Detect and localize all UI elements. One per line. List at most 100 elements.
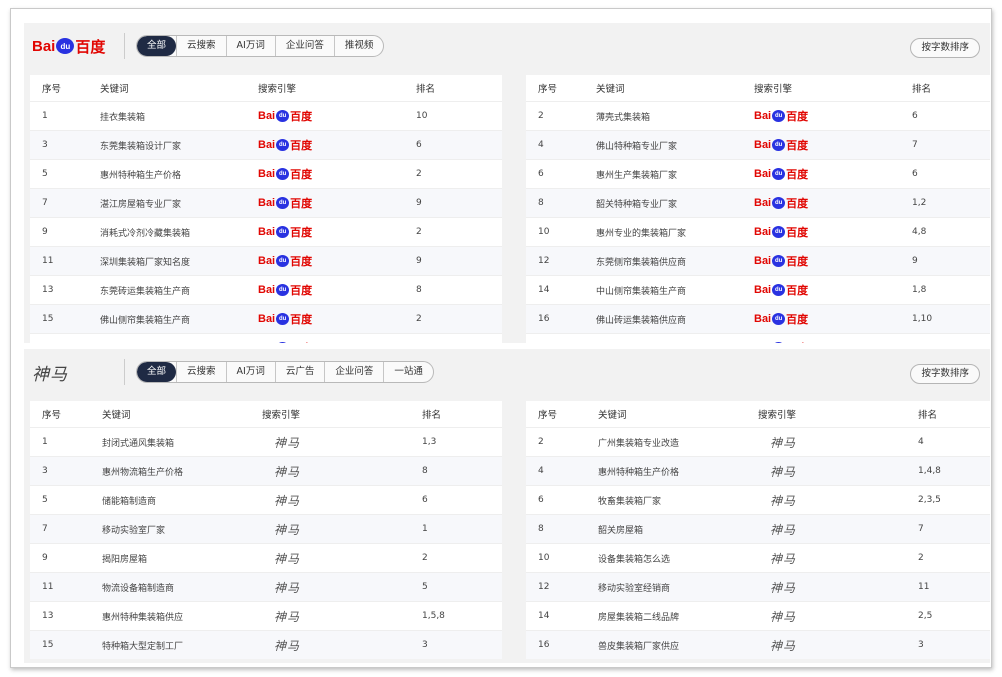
baidu-logo-small: Baidu百度 xyxy=(258,195,312,211)
shenma-logo-small: 神马 xyxy=(770,609,797,624)
shenma-toolbar: 神马 全部 云搜索 AI万词 云广告 企业问答 一站通 按字数排序 xyxy=(24,349,990,401)
table-row: 17惠州侧帘集装箱生产商Baidu百度4 xyxy=(30,333,502,343)
shenma-tab-all[interactable]: 全部 xyxy=(137,362,177,382)
baidu-logo-small: Baidu百度 xyxy=(754,311,808,327)
table-row: 10 设备集装箱怎么选 神马 2 xyxy=(526,543,990,572)
baidu-logo-du: 百度 xyxy=(290,169,313,181)
row-engine: 神马 xyxy=(758,521,918,538)
baidu-paw-icon: du xyxy=(772,313,786,325)
row-index: 11 xyxy=(42,256,54,266)
baidu-logo-bai: Bai xyxy=(258,197,276,209)
row-keyword: 兽皮集装箱厂家供应 xyxy=(598,641,680,652)
table-row: 7 移动实验室厂家 神马 1 xyxy=(30,514,502,543)
baidu-logo-bai: Bai xyxy=(754,313,772,325)
row-rank: 2 xyxy=(918,553,924,563)
baidu-logo-bai: Bai xyxy=(258,313,276,325)
shenma-logo-small: 神马 xyxy=(770,464,797,479)
shenma-tab-group: 全部 云搜索 AI万词 云广告 企业问答 一站通 xyxy=(136,361,434,383)
baidu-logo-bai: Bai xyxy=(258,110,276,122)
row-keyword: 惠州特种箱生产价格 xyxy=(598,467,680,478)
shenma-tab-ai-words[interactable]: AI万词 xyxy=(225,362,275,382)
table-row: 15 特种箱大型定制工厂 神马 3 xyxy=(30,630,502,659)
row-keyword: 特种箱大型定制工厂 xyxy=(102,641,184,652)
row-engine: Baidu百度 xyxy=(754,282,912,298)
row-index: 4 xyxy=(538,466,544,476)
baidu-tab-enterprise-qa[interactable]: 企业问答 xyxy=(274,36,334,56)
row-keyword: 韶关特种箱专业厂家 xyxy=(596,199,678,210)
baidu-logo-small: Baidu百度 xyxy=(258,137,312,153)
baidu-tab-video[interactable]: 推视频 xyxy=(333,36,384,56)
row-index: 7 xyxy=(42,198,48,208)
row-keyword: 储能箱制造商 xyxy=(102,496,157,507)
baidu-paw-icon: du xyxy=(276,313,290,325)
baidu-paw-icon: du xyxy=(276,197,290,209)
row-engine: Baidu百度 xyxy=(754,224,912,240)
shenma-sort-button[interactable]: 按字数排序 xyxy=(910,364,980,384)
row-index: 14 xyxy=(538,285,550,295)
baidu-logo-du: 百度 xyxy=(786,111,809,123)
baidu-sort-button[interactable]: 按字数排序 xyxy=(910,38,980,58)
row-keyword: 惠州专业的集装箱厂家 xyxy=(596,228,687,239)
baidu-logo-du: 百度 xyxy=(290,285,313,297)
row-engine: Baidu百度 xyxy=(258,137,416,153)
row-index: 15 xyxy=(42,640,54,650)
row-rank: 6 xyxy=(912,169,918,179)
header-index: 序号 xyxy=(538,84,558,95)
baidu-logo-du: 百度 xyxy=(786,227,809,239)
baidu-logo-paw-text: du xyxy=(278,171,287,177)
row-keyword: 挂衣集装箱 xyxy=(100,112,146,123)
shenma-logo-small: 神马 xyxy=(274,493,301,508)
shenma-tab-cloud-search[interactable]: 云搜索 xyxy=(176,362,226,382)
row-keyword: 东莞砖运集装箱生产商 xyxy=(100,286,191,297)
row-keyword: 封闭式通风集装箱 xyxy=(102,438,175,449)
baidu-logo-du: 百度 xyxy=(290,256,313,268)
row-keyword: 惠州特种集装箱供应 xyxy=(102,612,184,623)
row-engine: Baidu百度 xyxy=(754,253,912,269)
baidu-tab-all[interactable]: 全部 xyxy=(137,36,177,56)
shenma-tab-one-stop[interactable]: 一站通 xyxy=(383,362,433,382)
baidu-logo-bai: Bai xyxy=(754,110,772,122)
shenma-logo-small: 神马 xyxy=(274,551,301,566)
baidu-paw-icon: du xyxy=(772,255,786,267)
header-rank: 排名 xyxy=(422,410,442,421)
baidu-logo-paw-text: du xyxy=(278,316,287,322)
baidu-paw-icon: du xyxy=(276,342,290,343)
row-rank: 9 xyxy=(416,198,422,208)
baidu-left-rows: 1 挂衣集装箱 Bai du 百度 10 3 东莞集装箱设计厂家 Bai du 百度 6 5 惠州特种箱生… xyxy=(30,101,502,343)
baidu-paw-icon: du xyxy=(772,342,786,343)
row-keyword: 东莞侧帘集装箱供应商 xyxy=(596,257,687,268)
baidu-logo-small: Baidu百度 xyxy=(754,195,808,211)
table-header: 序号 关键词 搜索引擎 排名 xyxy=(526,401,990,427)
table-header: 序号 关键词 搜索引擎 排名 xyxy=(30,75,502,101)
baidu-logo-paw-text: du xyxy=(774,258,783,264)
shenma-tab-enterprise-qa[interactable]: 企业问答 xyxy=(324,362,383,382)
baidu-logo-du: 百度 xyxy=(786,198,809,210)
row-rank: 8 xyxy=(416,285,422,295)
baidu-logo-du: 百度 xyxy=(290,198,313,210)
toolbar-divider xyxy=(124,359,125,385)
row-keyword: 设备集装箱怎么选 xyxy=(598,554,671,565)
row-index: 5 xyxy=(42,169,48,179)
baidu-logo: Bai du 百度 xyxy=(32,33,105,59)
baidu-logo-paw-text: du xyxy=(278,258,287,264)
baidu-logo-small: Baidu百度 xyxy=(754,137,808,153)
baidu-logo-paw-text: du xyxy=(774,142,783,148)
baidu-panel: Bai du 百度 全部 云搜索 AI万词 企业问答 推视频 按字数排序 序号 关键… xyxy=(24,23,990,343)
row-engine: Baidu百度 xyxy=(258,166,416,182)
baidu-tab-ai-words[interactable]: AI万词 xyxy=(225,36,275,56)
row-engine: 神马 xyxy=(262,492,422,509)
row-rank: 10 xyxy=(416,111,428,121)
header-keyword: 关键词 xyxy=(102,410,131,421)
row-engine: Baidu百度 xyxy=(754,137,912,153)
baidu-logo-paw-text: du xyxy=(774,113,783,119)
shenma-right-rows: 2 广州集装箱专业改造 神马 4 4 惠州特种箱生产价格 神马 1,4,8 6 牧畜集装箱厂家 神马… xyxy=(526,427,990,659)
row-index: 4 xyxy=(538,140,544,150)
table-row: 7 湛江房屋箱专业厂家 Bai du 百度 9 xyxy=(30,188,502,217)
header-index: 序号 xyxy=(42,84,62,95)
baidu-logo-bai: Bai xyxy=(258,139,276,151)
shenma-tab-cloud-ads[interactable]: 云广告 xyxy=(274,362,325,382)
row-engine: Baidu百度 xyxy=(258,282,416,298)
baidu-logo-paw-text: du xyxy=(774,287,783,293)
baidu-logo-bai: Bai xyxy=(258,342,275,343)
baidu-tab-cloud-search[interactable]: 云搜索 xyxy=(176,36,226,56)
